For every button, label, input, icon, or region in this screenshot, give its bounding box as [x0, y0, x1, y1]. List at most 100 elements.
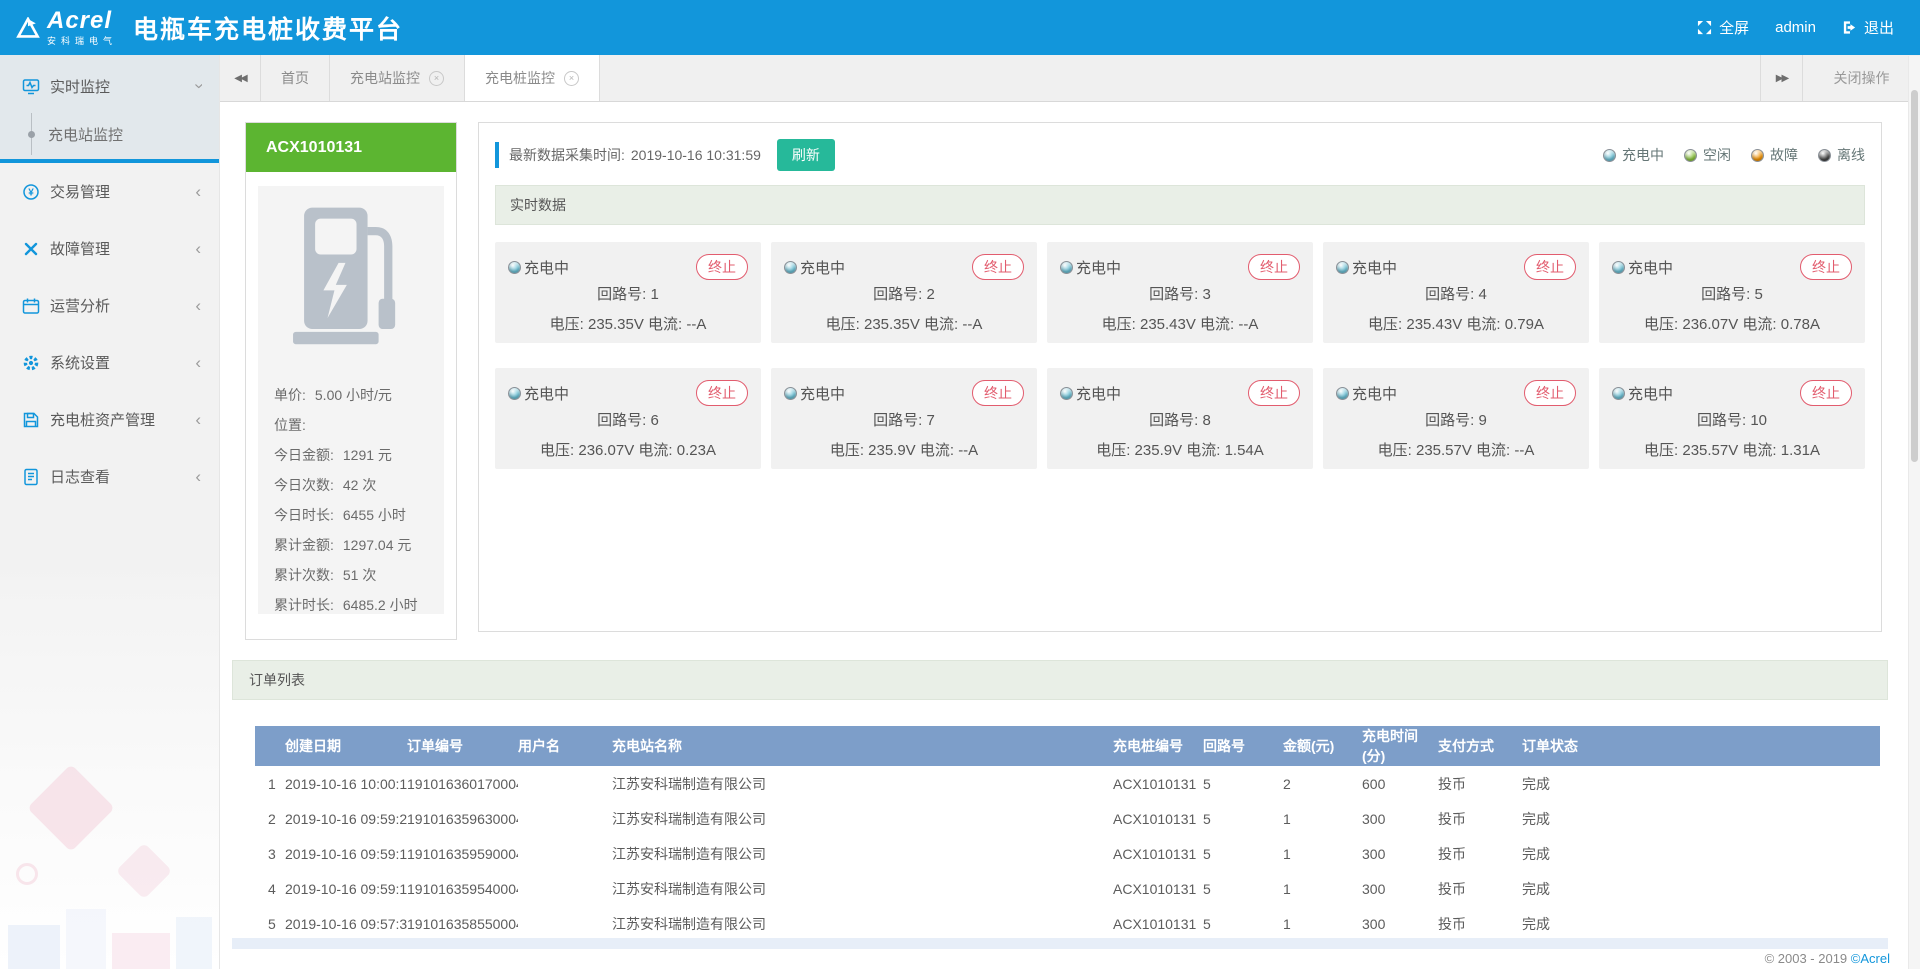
terminate-button[interactable]: 终止: [696, 254, 748, 280]
terminate-button[interactable]: 终止: [1524, 254, 1576, 280]
table-cell: 1910163601700047: [407, 766, 518, 801]
status-label: 充电中: [524, 383, 569, 404]
table-cell: 投币: [1438, 836, 1522, 871]
column-header-index: [255, 726, 285, 766]
tab-充电桩监控[interactable]: 充电桩监控 ×: [465, 55, 600, 101]
legend-dot-icon: [1684, 149, 1697, 162]
sidebar-subitem-充电站监控[interactable]: 充电站监控: [0, 109, 219, 159]
stat-value: 6455 小时: [343, 500, 406, 530]
stat-line: 今日次数:42 次: [274, 470, 428, 500]
table-cell: 2019-10-16 09:59:23: [285, 801, 407, 836]
legend-dot-icon: [1751, 149, 1764, 162]
app-header: Acrel 安科瑞电气 电瓶车充电桩收费平台 全屏 admin 退出: [0, 0, 1920, 55]
circuit-number: 回路号: 10: [1612, 409, 1852, 430]
column-header: 充电桩编号: [1113, 726, 1203, 766]
table-cell: 江苏安科瑞制造有限公司: [612, 801, 1113, 836]
circuit-number: 回路号: 6: [508, 409, 748, 430]
close-icon[interactable]: ×: [429, 71, 444, 86]
sidebar-item-日志查看[interactable]: 日志查看‹: [0, 448, 219, 505]
voltage-current: 电压: 236.07V 电流: 0.78A: [1612, 313, 1852, 334]
terminate-button[interactable]: 终止: [1248, 254, 1300, 280]
column-header: 回路号: [1203, 726, 1283, 766]
circuit-number: 回路号: 9: [1336, 409, 1576, 430]
logout-icon: [1842, 20, 1857, 35]
charging-status-dot-icon: [784, 387, 797, 400]
stat-label: 累计金额:: [274, 530, 334, 560]
collect-time-label: 最新数据采集时间:: [509, 145, 625, 165]
terminate-button[interactable]: 终止: [972, 380, 1024, 406]
table-cell: [518, 766, 612, 801]
table-cell: 投币: [1438, 766, 1522, 801]
scrollbar-thumb[interactable]: [1911, 90, 1918, 462]
sidebar-item-实时监控[interactable]: 实时监控‹: [0, 63, 219, 109]
refresh-button[interactable]: 刷新: [777, 139, 835, 171]
table-cell: 完成: [1522, 906, 1880, 941]
table-cell: 江苏安科瑞制造有限公司: [612, 906, 1113, 941]
circuit-card: 充电中 终止 回路号: 9 电压: 235.57V 电流: --A: [1323, 368, 1589, 469]
close-icon[interactable]: ×: [564, 71, 579, 86]
status-label: 充电中: [1352, 383, 1397, 404]
sidebar-item-系统设置[interactable]: 系统设置‹: [0, 334, 219, 391]
log-icon: [22, 468, 50, 486]
logout-button[interactable]: 退出: [1842, 17, 1894, 38]
next-tabs-icon[interactable]: ▶▶: [1760, 55, 1802, 101]
charging-status-dot-icon: [1060, 261, 1073, 274]
table-cell: 2019-10-16 09:57:35: [285, 906, 407, 941]
charging-status-dot-icon: [1612, 261, 1625, 274]
sidebar-item-故障管理[interactable]: 故障管理‹: [0, 220, 219, 277]
terminate-button[interactable]: 终止: [696, 380, 748, 406]
table-row: 32019-10-16 09:59:191910163595900045江苏安科…: [255, 836, 1880, 871]
legend-label: 充电中: [1622, 145, 1664, 165]
legend-label: 故障: [1770, 145, 1798, 165]
copyright: © 2003 - 2019 ©Acrel: [1765, 951, 1890, 966]
sidebar-item-运营分析[interactable]: 运营分析‹: [0, 277, 219, 334]
table-cell: 4: [255, 871, 285, 906]
status-label: 充电中: [1352, 257, 1397, 278]
table-cell: 2019-10-16 10:00:17: [285, 766, 407, 801]
table-cell: [518, 906, 612, 941]
horizontal-scrollbar[interactable]: [232, 938, 1888, 949]
sidebar-item-label: 日志查看: [50, 466, 110, 487]
fullscreen-button[interactable]: 全屏: [1697, 17, 1749, 38]
terminate-button[interactable]: 终止: [1248, 380, 1300, 406]
table-cell: 江苏安科瑞制造有限公司: [612, 871, 1113, 906]
stat-label: 累计时长:: [274, 590, 334, 620]
table-cell: ACX1010131: [1113, 766, 1203, 801]
calendar-icon: [22, 297, 50, 315]
close-operations-menu[interactable]: 关闭操作: [1802, 55, 1920, 101]
table-cell: 300: [1362, 906, 1438, 941]
terminate-button[interactable]: 终止: [972, 254, 1024, 280]
footer-brand-link[interactable]: ©Acrel: [1851, 951, 1890, 966]
sidebar-item-label: 充电桩资产管理: [50, 409, 155, 430]
sidebar-item-交易管理[interactable]: ¥交易管理‹: [0, 163, 219, 220]
table-cell: 5: [1203, 906, 1283, 941]
terminate-button[interactable]: 终止: [1524, 380, 1576, 406]
fault-tools-icon: [22, 240, 50, 258]
circuit-number: 回路号: 7: [784, 409, 1024, 430]
vertical-scrollbar[interactable]: [1908, 56, 1920, 969]
device-panel: ACX1010131 单价:5.00 小时/元位置:今日金额:1291 元今日次…: [245, 122, 457, 640]
sidebar-item-充电桩资产管理[interactable]: 充电桩资产管理 ‹: [0, 391, 219, 448]
sidebar-item-label: 运营分析: [50, 295, 110, 316]
charging-pile-icon: [282, 202, 420, 354]
terminate-button[interactable]: 终止: [1800, 254, 1852, 280]
tab-首页[interactable]: 首页: [261, 55, 330, 101]
prev-tabs-icon[interactable]: ◀◀: [220, 55, 260, 101]
decorative-kite: [116, 843, 173, 900]
chevron-down-icon: ‹: [188, 83, 208, 89]
brand-name: Acrel: [47, 9, 117, 33]
tab-bar: ◀◀ 首页 充电站监控 × 充电桩监控 × ▶▶ 关闭操作: [220, 55, 1920, 102]
table-cell: 完成: [1522, 766, 1880, 801]
column-header: 用户名: [518, 726, 612, 766]
tab-充电站监控[interactable]: 充电站监控 ×: [330, 55, 465, 101]
voltage-current: 电压: 235.9V 电流: 1.54A: [1060, 439, 1300, 460]
chevron-left-icon: ‹: [195, 410, 201, 430]
table-row: 42019-10-16 09:59:141910163595400044江苏安科…: [255, 871, 1880, 906]
table-cell: 1910163595900045: [407, 836, 518, 871]
stat-line: 累计金额:1297.04 元: [274, 530, 428, 560]
circuit-card: 充电中 终止 回路号: 10 电压: 235.57V 电流: 1.31A: [1599, 368, 1865, 469]
username[interactable]: admin: [1775, 19, 1816, 36]
charging-status-dot-icon: [1336, 387, 1349, 400]
fullscreen-icon: [1697, 20, 1712, 35]
terminate-button[interactable]: 终止: [1800, 380, 1852, 406]
